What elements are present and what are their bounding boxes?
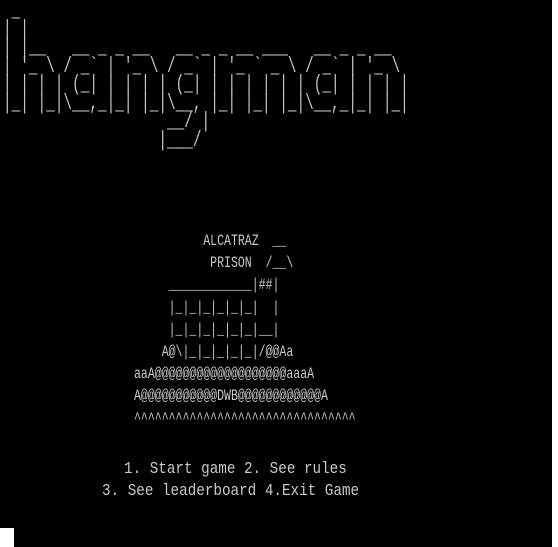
menu-options-line-1: 1. Start game 2. See rules — [124, 460, 347, 479]
terminal-window[interactable]: _ | | | |__ __ _ _ __ __ _ _ __ ___ __ _… — [0, 0, 552, 528]
menu-options-line-2: 3. See leaderboard 4.Exit Game — [102, 482, 360, 501]
screen: _ | | | |__ __ _ _ __ __ _ _ __ ___ __ _… — [0, 0, 558, 547]
alcatraz-prison-ascii-art: ALCATRAZ __ PRISON /__\ ____________|##|… — [134, 232, 356, 428]
terminal-bottom-edge — [14, 528, 552, 547]
hangman-ascii-logo: _ | | | |__ __ _ _ __ __ _ _ __ ___ __ _… — [3, 0, 409, 153]
